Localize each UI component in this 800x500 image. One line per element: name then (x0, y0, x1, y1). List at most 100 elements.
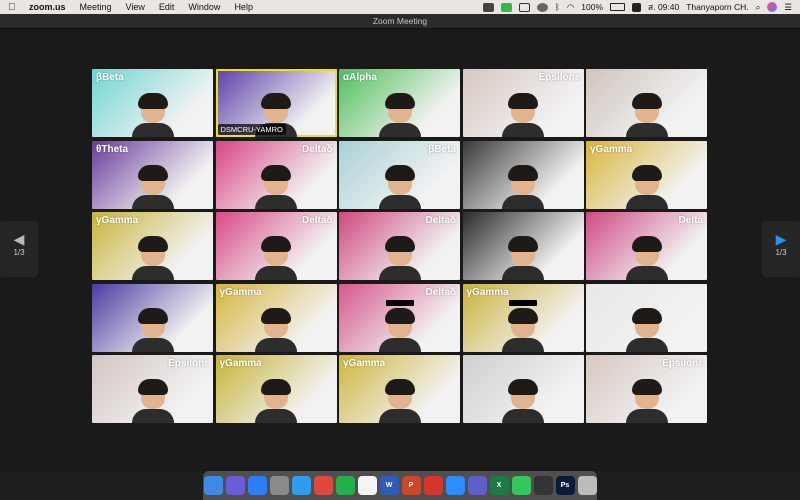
facetime-icon[interactable] (511, 476, 531, 495)
participant-video (625, 306, 668, 352)
participant-video (378, 377, 421, 423)
participant-video (502, 91, 544, 137)
menu-help[interactable]: Help (227, 0, 260, 14)
photoshop-icon[interactable]: Ps (555, 476, 575, 495)
participant-tile[interactable]: γGamma (215, 355, 337, 423)
sunglasses-filter (509, 299, 537, 306)
zoom-icon[interactable] (445, 476, 465, 495)
participant-tile[interactable]: Deltaδ (339, 283, 460, 352)
page-indicator-right: 1/3 (775, 248, 787, 257)
participant-tile[interactable] (462, 212, 584, 280)
powerpoint-icon[interactable]: P (401, 476, 421, 495)
time-machine-icon[interactable] (536, 2, 548, 12)
participant-tile[interactable]: Deltaδ (215, 140, 337, 209)
participant-tile[interactable]: βBeta (92, 69, 213, 137)
finder-icon[interactable] (203, 476, 223, 495)
activity-icon[interactable] (533, 476, 553, 495)
battery-icon[interactable] (610, 3, 626, 11)
excel-icon[interactable]: X (489, 476, 509, 495)
participant-video (131, 163, 174, 209)
virtual-background-label: γGamma (219, 358, 262, 369)
apple-icon[interactable]:  (0, 2, 22, 13)
participant-video (255, 306, 297, 352)
participant-tile[interactable]: γGamma (215, 283, 337, 352)
previous-page-button[interactable]: ◀ 1/3 (0, 221, 38, 277)
siri-icon[interactable] (225, 476, 245, 495)
participant-tile[interactable]: Deltaδ (215, 212, 337, 280)
participant-tile[interactable] (462, 140, 584, 209)
virtual-background-label: γGamma (96, 215, 139, 226)
participant-video (625, 234, 668, 280)
menu-edit[interactable]: Edit (152, 0, 182, 14)
safari-icon[interactable] (291, 476, 311, 495)
virtual-background-label: γGamma (466, 286, 509, 298)
settings-icon[interactable] (269, 476, 289, 495)
wifi-icon[interactable]: ◠ (567, 2, 574, 13)
spotlight-icon[interactable]: ⌕ (756, 2, 761, 13)
participant-tile[interactable]: βBeta (339, 140, 460, 209)
participant-tile[interactable] (586, 69, 707, 137)
calendar-icon[interactable] (357, 476, 377, 495)
appstore-icon[interactable] (247, 476, 267, 495)
participant-tile[interactable]: Epsilonε (586, 355, 707, 423)
participant-tile[interactable]: γGamma (462, 283, 584, 352)
acrobat-icon[interactable] (423, 476, 443, 495)
participant-video (625, 91, 668, 137)
participant-tile[interactable]: DSMCRU-YAMRO (215, 69, 337, 137)
participant-name: DSMCRU-YAMRO (217, 124, 286, 135)
sunglasses-filter (385, 299, 414, 306)
participant-video (502, 377, 544, 423)
virtual-background-label: βBeta (96, 72, 124, 83)
participant-tile[interactable]: θTheta (92, 140, 213, 209)
participant-tile[interactable] (586, 283, 707, 352)
virtual-background-label: Delta (678, 215, 703, 226)
chrome-icon[interactable] (313, 476, 333, 495)
virtual-background-label: γGamma (219, 286, 262, 298)
menu-bar:  zoom.us Meeting View Edit Window Help … (0, 0, 800, 14)
participant-tile[interactable]: Deltaδ (339, 212, 460, 280)
input-source-icon[interactable] (632, 2, 642, 12)
participant-tile[interactable]: Delta (586, 212, 707, 280)
participant-tile[interactable]: γGamma (339, 355, 460, 423)
participant-grid: βBeta DSMCRU-YAMRO αAlpha Epsilonε θTheta Del… (92, 69, 708, 423)
trash-icon[interactable] (577, 476, 597, 495)
participant-tile[interactable]: Epsilonε (92, 355, 213, 423)
participant-video (502, 163, 544, 209)
menu-meeting[interactable]: Meeting (73, 0, 119, 14)
menu-view[interactable]: View (119, 0, 152, 14)
participant-video (255, 163, 297, 209)
teams-icon[interactable] (467, 476, 487, 495)
virtual-background-label: Deltaδ (301, 215, 333, 226)
user-name[interactable]: Thanyaporn CH. (686, 2, 748, 12)
word-icon[interactable]: W (379, 476, 399, 495)
participant-tile[interactable] (462, 355, 584, 423)
window-title: Zoom Meeting (372, 16, 428, 26)
participant-video (378, 234, 421, 280)
participant-tile[interactable] (92, 283, 213, 352)
participant-tile[interactable]: γGamma (92, 212, 213, 280)
app-menu[interactable]: zoom.us (22, 0, 73, 14)
menu-window[interactable]: Window (181, 0, 227, 14)
participant-video (255, 234, 297, 280)
virtual-background-label: Deltaδ (425, 286, 456, 298)
participant-tile[interactable]: γGamma (586, 140, 707, 209)
participant-video (131, 377, 174, 423)
window-titlebar: Zoom Meeting (0, 14, 800, 29)
clock[interactable]: ส. 09:40 (648, 0, 679, 14)
next-page-button[interactable]: ▶ 1/3 (762, 221, 800, 277)
creative-cloud-icon[interactable] (518, 2, 530, 12)
participant-tile[interactable]: Epsilonε (462, 69, 584, 137)
siri-menu-icon[interactable] (767, 2, 778, 12)
control-center-icon[interactable]: ☰ (784, 2, 792, 13)
battery-text[interactable]: 100% (581, 2, 603, 12)
virtual-background-label: Epsilonε (538, 72, 580, 83)
page-indicator-left: 1/3 (13, 248, 25, 257)
virtual-background-label: Epsilonε (662, 358, 703, 369)
line-status-icon[interactable] (500, 2, 512, 12)
line-icon[interactable] (335, 476, 355, 495)
virtual-background-label: θTheta (96, 143, 129, 155)
screen-share-icon[interactable] (482, 2, 494, 12)
bluetooth-icon[interactable]: ᛒ (555, 2, 560, 12)
participant-tile[interactable]: αAlpha (339, 69, 460, 137)
participant-video (131, 234, 174, 280)
